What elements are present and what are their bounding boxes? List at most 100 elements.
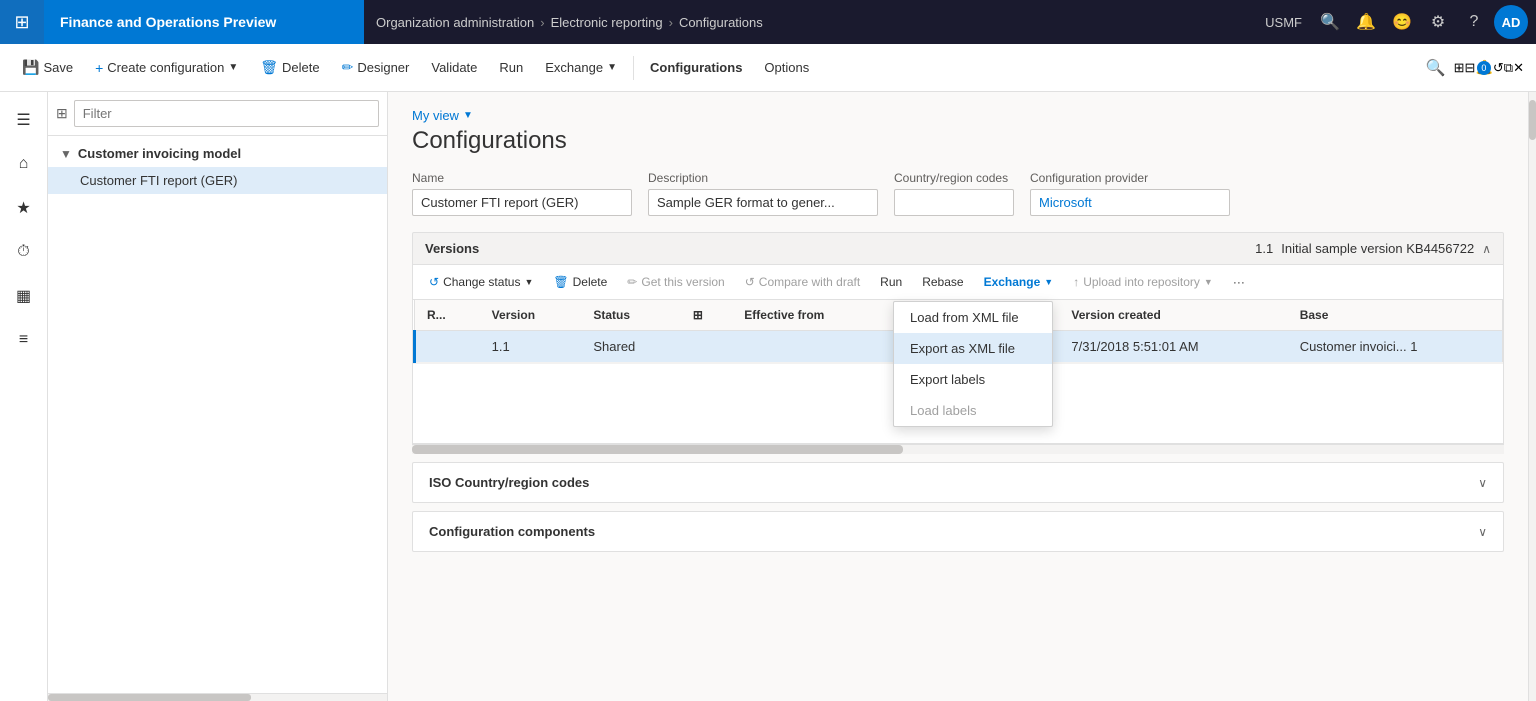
versions-section-header: Versions 1.1 Initial sample version KB44… bbox=[412, 232, 1504, 265]
description-input[interactable] bbox=[648, 189, 878, 216]
main-content: My view ▼ Configurations Name Descriptio… bbox=[388, 92, 1528, 701]
version-run-button[interactable]: Run bbox=[872, 271, 910, 293]
user-label: USMF bbox=[1257, 15, 1310, 30]
get-version-icon: ✏ bbox=[627, 275, 637, 289]
delete-button[interactable]: 🗑 Delete bbox=[250, 53, 329, 82]
col-base: Base bbox=[1288, 300, 1503, 331]
version-delete-button[interactable]: 🗑 Delete bbox=[545, 271, 615, 293]
get-this-version-button[interactable]: ✏ Get this version bbox=[619, 271, 732, 293]
main-layout: ☰ ⌂ ★ ⏱ ▦ ≡ ⊞ ▼ Customer invoicing model… bbox=[0, 92, 1536, 701]
version-number: 1.1 bbox=[1255, 241, 1273, 256]
sidebar-menu-icon[interactable]: ☰ bbox=[4, 100, 44, 140]
cell-base: Customer invoici... 1 bbox=[1288, 331, 1503, 363]
tree-item-parent[interactable]: ▼ Customer invoicing model bbox=[48, 140, 387, 167]
col-status: Status bbox=[581, 300, 681, 331]
personalize-icon[interactable]: ⊟ bbox=[1465, 60, 1476, 76]
plus-icon: + bbox=[95, 60, 103, 76]
smiley-icon[interactable]: 😊 bbox=[1386, 6, 1418, 38]
app-title: Finance and Operations Preview bbox=[44, 0, 364, 44]
help-icon[interactable]: ? bbox=[1458, 6, 1490, 38]
filter-icon[interactable]: ⊞ bbox=[693, 308, 703, 322]
description-label: Description bbox=[648, 171, 878, 185]
version-exchange-button[interactable]: Exchange ▼ bbox=[976, 271, 1062, 293]
name-label: Name bbox=[412, 171, 632, 185]
settings-icon[interactable]: ⚙ bbox=[1422, 6, 1454, 38]
versions-chevron-icon[interactable]: ∧ bbox=[1482, 242, 1491, 256]
rebase-button[interactable]: Rebase bbox=[914, 271, 971, 293]
breadcrumb-er[interactable]: Electronic reporting bbox=[551, 15, 663, 30]
cell-version: 1.1 bbox=[480, 331, 582, 363]
tree-filter-bar: ⊞ bbox=[48, 92, 387, 136]
view-label[interactable]: My view ▼ bbox=[412, 108, 1504, 123]
country-field: Country/region codes bbox=[894, 171, 1014, 216]
cell-r bbox=[415, 331, 480, 363]
breadcrumb-config[interactable]: Configurations bbox=[679, 15, 763, 30]
filter-icon[interactable]: ⊞ bbox=[1454, 60, 1465, 76]
cell-filter bbox=[681, 331, 732, 363]
col-version: Version bbox=[480, 300, 582, 331]
top-nav-right: USMF 🔍 🔔 😊 ⚙ ? AD bbox=[1257, 5, 1536, 39]
h-scrollbar[interactable] bbox=[412, 444, 1504, 454]
tree-item-child-selected[interactable]: Customer FTI report (GER) bbox=[48, 167, 387, 194]
view-chevron-icon: ▼ bbox=[463, 110, 473, 121]
cell-effective-from bbox=[732, 331, 889, 363]
options-button[interactable]: Options bbox=[754, 54, 819, 81]
export-labels-item[interactable]: Export labels bbox=[894, 364, 1052, 395]
config-components-title: Configuration components bbox=[429, 524, 595, 539]
breadcrumb-org[interactable]: Organization administration bbox=[376, 15, 534, 30]
sidebar-list-icon[interactable]: ≡ bbox=[4, 320, 44, 360]
tree-panel: ⊞ ▼ Customer invoicing model Customer FT… bbox=[48, 92, 388, 701]
exchange-button[interactable]: Exchange ▼ bbox=[535, 54, 627, 81]
iso-section[interactable]: ISO Country/region codes ∨ bbox=[412, 462, 1504, 503]
designer-icon: ✏ bbox=[342, 59, 354, 76]
sidebar-recent-icon[interactable]: ⏱ bbox=[4, 232, 44, 272]
tree-h-scrollbar[interactable] bbox=[48, 693, 387, 701]
name-input[interactable] bbox=[412, 189, 632, 216]
validate-button[interactable]: Validate bbox=[421, 54, 487, 81]
upload-repository-button[interactable]: ↑ Upload into repository ▼ bbox=[1065, 271, 1221, 293]
toolbar-search-icon[interactable]: 🔍 bbox=[1426, 58, 1446, 78]
grid-icon[interactable]: ⊞ bbox=[0, 0, 44, 44]
create-configuration-button[interactable]: + Create configuration ▼ bbox=[85, 54, 248, 82]
notifications-badge[interactable]: 🔔 0 bbox=[1475, 59, 1492, 76]
filter-input[interactable] bbox=[74, 100, 379, 127]
avatar[interactable]: AD bbox=[1494, 5, 1528, 39]
close-icon[interactable]: ✕ bbox=[1513, 60, 1524, 76]
breadcrumb: Organization administration › Electronic… bbox=[364, 15, 1257, 30]
more-button[interactable]: ··· bbox=[1225, 271, 1253, 293]
designer-button[interactable]: ✏ Designer bbox=[332, 53, 420, 82]
separator bbox=[633, 56, 634, 80]
sidebar-favorites-icon[interactable]: ★ bbox=[4, 188, 44, 228]
iso-chevron-icon: ∨ bbox=[1478, 476, 1487, 490]
config-components-chevron-icon: ∨ bbox=[1478, 525, 1487, 539]
config-components-section[interactable]: Configuration components ∨ bbox=[412, 511, 1504, 552]
country-input[interactable] bbox=[894, 189, 1014, 216]
load-labels-item: Load labels bbox=[894, 395, 1052, 426]
notification-icon[interactable]: 🔔 bbox=[1350, 6, 1382, 38]
exchange-chevron-icon: ▼ bbox=[1044, 277, 1053, 287]
provider-input[interactable] bbox=[1030, 189, 1230, 216]
refresh-icon[interactable]: ↺ bbox=[1493, 60, 1504, 76]
col-version-created: Version created bbox=[1059, 300, 1287, 331]
exchange-dropdown-menu: Load from XML file Export as XML file Ex… bbox=[893, 301, 1053, 427]
load-xml-item[interactable]: Load from XML file bbox=[894, 302, 1052, 333]
search-icon[interactable]: 🔍 bbox=[1314, 6, 1346, 38]
run-button[interactable]: Run bbox=[489, 54, 533, 81]
change-status-chevron-icon: ▼ bbox=[524, 277, 533, 287]
col-r: R... bbox=[415, 300, 480, 331]
page-title: Configurations bbox=[412, 127, 1504, 155]
compare-with-draft-button[interactable]: ↺ Compare with draft bbox=[737, 271, 868, 293]
sidebar-home-icon[interactable]: ⌂ bbox=[4, 144, 44, 184]
compare-icon: ↺ bbox=[745, 275, 755, 289]
col-effective-from: Effective from bbox=[732, 300, 889, 331]
save-button[interactable]: 💾 Save bbox=[12, 53, 83, 82]
right-scrollbar[interactable] bbox=[1528, 92, 1536, 701]
h-scrollbar-thumb bbox=[412, 445, 903, 454]
filter-icon[interactable]: ⊞ bbox=[56, 105, 68, 122]
change-status-button[interactable]: ↺ Change status ▼ bbox=[421, 271, 541, 293]
export-xml-item[interactable]: Export as XML file bbox=[894, 333, 1052, 364]
configurations-button[interactable]: Configurations bbox=[640, 54, 752, 81]
sidebar-workspace-icon[interactable]: ▦ bbox=[4, 276, 44, 316]
version-desc: Initial sample version KB4456722 bbox=[1281, 241, 1474, 256]
open-new-icon[interactable]: ⧉ bbox=[1504, 60, 1513, 76]
